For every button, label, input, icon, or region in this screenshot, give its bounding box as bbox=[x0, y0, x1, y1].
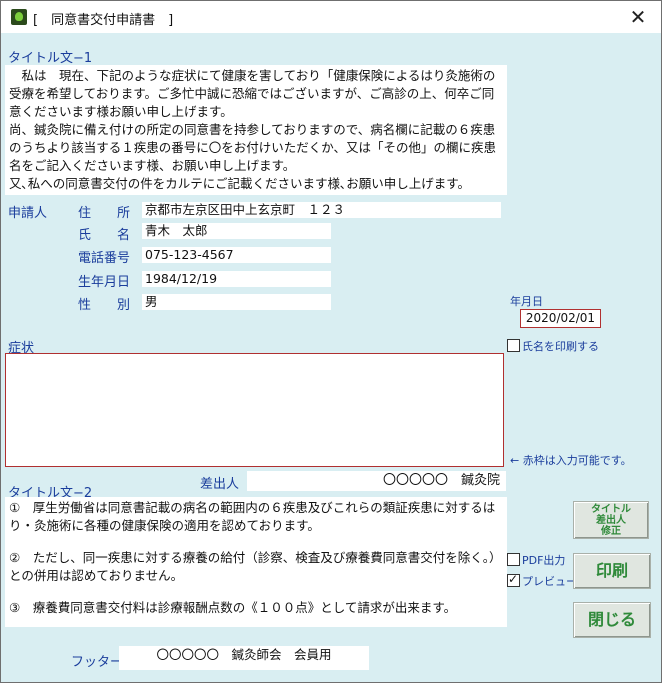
applicant-label: 申請人 bbox=[8, 206, 48, 221]
section2-item: ② ただし、同一疾患に対する療養の給付（診察、検査及び療養費同意書交付を除く。）… bbox=[9, 550, 502, 583]
print-name-checkbox[interactable] bbox=[507, 339, 520, 352]
birthdate-field[interactable]: 1984/12/19 bbox=[142, 271, 331, 287]
symptoms-textarea[interactable] bbox=[5, 353, 504, 467]
name-label: 氏 名 bbox=[78, 228, 131, 243]
phone-field[interactable]: 075-123-4567 bbox=[142, 247, 331, 263]
edit-title-line: タイトル bbox=[591, 504, 631, 515]
sender-label: 差出人 bbox=[200, 477, 240, 492]
footer-label: フッター bbox=[71, 655, 124, 670]
title-bar: [ 同意書交付申請書 ] ✕ bbox=[1, 1, 661, 33]
date-label: 年月日 bbox=[510, 295, 543, 308]
section1-text[interactable]: 私は 現在、下記のような症状にて健康を害しており「健康保険によるはり灸施術の受療… bbox=[5, 65, 507, 195]
section1-paragraph: 私は 現在、下記のような症状にて健康を害しており「健康保険によるはり灸施術の受療… bbox=[9, 68, 496, 119]
edit-title-sender-button[interactable]: タイトル 差出人 修正 bbox=[573, 501, 649, 539]
section2-text[interactable]: ① 厚生労働省は同意書記載の病名の範囲内の６疾患及びこれらの類証疾患に対するはり… bbox=[5, 497, 507, 627]
window-title: [ 同意書交付申請書 ] bbox=[33, 13, 174, 28]
name-field[interactable]: 青木 太郎 bbox=[142, 223, 331, 239]
section1-heading: タイトル文−1 bbox=[8, 51, 93, 66]
edit-fix-line: 修正 bbox=[601, 526, 621, 537]
preview-label: プレビュー bbox=[522, 575, 577, 588]
print-name-label: 氏名を印刷する bbox=[522, 340, 599, 353]
birthdate-label: 生年月日 bbox=[78, 275, 131, 290]
dialog-window: [ 同意書交付申請書 ] ✕ タイトル文−1 私は 現在、下記のような症状にて健… bbox=[0, 0, 662, 683]
section2-item: ① 厚生労働省は同意書記載の病名の範囲内の６疾患及びこれらの類証疾患に対するはり… bbox=[9, 500, 496, 533]
section1-paragraph: 又､私への同意書交付の件をカルテにご記載くださいます様､お願い申し上げます。 bbox=[9, 176, 471, 191]
phone-label: 電話番号 bbox=[78, 251, 131, 266]
address-field[interactable]: 京都市左京区田中上玄京町 １２３ bbox=[142, 202, 501, 218]
edit-sender-line: 差出人 bbox=[596, 515, 626, 526]
pdf-output-checkbox[interactable] bbox=[507, 553, 520, 566]
gender-label: 性 別 bbox=[78, 298, 131, 313]
pdf-output-label: PDF出力 bbox=[522, 554, 566, 567]
date-field[interactable]: 2020/02/01 bbox=[520, 309, 601, 328]
sender-field[interactable]: 〇〇〇〇〇 鍼灸院 bbox=[247, 471, 506, 491]
close-button[interactable]: 閉じる bbox=[573, 602, 651, 638]
gender-field[interactable]: 男 bbox=[142, 294, 331, 310]
footer-field[interactable]: 〇〇〇〇〇 鍼灸師会 会員用 bbox=[119, 646, 369, 670]
preview-checkbox[interactable] bbox=[507, 572, 520, 587]
section2-item: ③ 療養費同意書交付料は診療報酬点数の《１００点》として請求が出来ます。 bbox=[9, 600, 457, 615]
address-label: 住 所 bbox=[78, 206, 131, 221]
close-window-button[interactable]: ✕ bbox=[623, 5, 653, 29]
input-hint: ← 赤枠は入力可能です。 bbox=[510, 454, 632, 467]
app-leaf-icon bbox=[11, 9, 27, 25]
print-button[interactable]: 印刷 bbox=[573, 553, 651, 589]
section1-paragraph: 尚、鍼灸院に備え付けの所定の同意書を持参しておりますので、病名欄に記載の６疾患の… bbox=[9, 122, 497, 173]
